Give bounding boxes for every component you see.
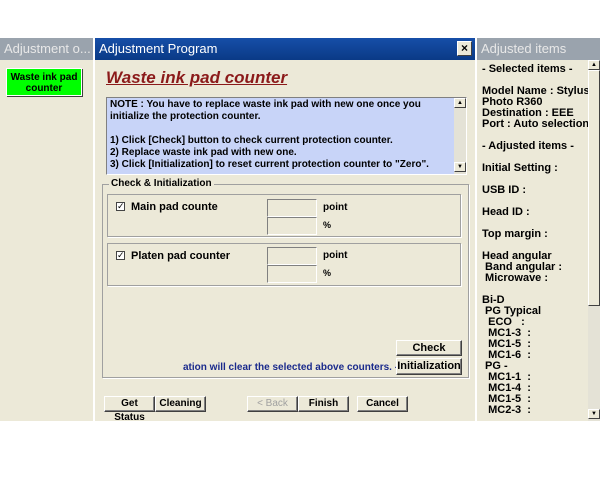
page-heading: Waste ink pad counter: [106, 68, 288, 87]
adjusted-item-line: Port : Auto selection: [482, 118, 588, 130]
platen-pad-label: Platen pad counter: [131, 250, 231, 262]
adjusted-item-line: - Adjusted items -: [482, 140, 574, 152]
dialog-titlebar: Adjustment Program: [95, 38, 475, 60]
platen-pad-percent-field: [267, 265, 317, 283]
platen-pad-point-field: [267, 247, 317, 265]
check-button[interactable]: Check: [396, 340, 462, 356]
initialization-button[interactable]: Initialization: [396, 358, 462, 375]
cleaning-button[interactable]: Cleaning: [155, 396, 206, 412]
waste-ink-pad-menu-button[interactable]: Waste ink pad counter: [6, 68, 82, 96]
scroll-up-icon[interactable]: ▲: [454, 98, 466, 108]
adjusted-item-line: - Selected items -: [482, 63, 573, 75]
adjusted-item-line: Initial Setting :: [482, 162, 558, 174]
adjusted-item-line: Head ID :: [482, 206, 530, 218]
back-button[interactable]: < Back: [247, 396, 298, 412]
platen-pad-percent-unit: %: [323, 268, 332, 278]
left-panel: Adjustment o... Waste ink pad counter: [0, 38, 93, 421]
adjusted-items-title: Adjusted items: [477, 38, 600, 60]
scroll-thumb[interactable]: [588, 70, 600, 306]
main-pad-percent-unit: %: [323, 220, 332, 230]
checkmark-icon: ✓: [117, 201, 125, 211]
scroll-up-icon[interactable]: ▲: [588, 60, 600, 70]
note-text: NOTE : You have to replace waste ink pad…: [110, 99, 429, 170]
main-pad-point-field: [267, 199, 317, 217]
close-button[interactable]: ×: [457, 41, 472, 56]
init-hint-text: ation will clear the selected above coun…: [183, 362, 408, 373]
adjusted-item-line: MC2-3 :: [482, 404, 531, 416]
waste-ink-pad-menu-label: Waste ink pad counter: [10, 72, 78, 94]
note-box[interactable]: NOTE : You have to replace waste ink pad…: [106, 97, 467, 175]
checkmark-icon: ✓: [117, 250, 125, 260]
platen-pad-point-unit: point: [323, 250, 348, 261]
adjusted-items-list: - Selected items - Model Name : Stylus Pho…: [477, 60, 588, 421]
left-panel-title: Adjustment o...: [0, 38, 93, 60]
note-scrollbar[interactable]: ▲ ▼: [454, 98, 466, 174]
main-pad-label: Main pad counte: [131, 201, 218, 213]
close-icon: ×: [460, 41, 468, 55]
adjusted-items-scrollbar[interactable]: ▲ ▼: [588, 60, 600, 421]
scroll-down-icon[interactable]: ▼: [454, 162, 466, 172]
adjusted-items-panel: Adjusted items - Selected items - Model N…: [477, 38, 600, 421]
dialog-title: Adjustment Program: [99, 41, 218, 56]
main-pad-point-unit: point: [323, 202, 348, 213]
adjustment-dialog: Adjustment Program × Waste ink pad count…: [95, 38, 475, 423]
group-title: Check & Initialization: [109, 178, 214, 189]
adjusted-item-line: USB ID :: [482, 184, 526, 196]
main-pad-percent-field: [267, 217, 317, 235]
adjusted-item-line: Microwave :: [482, 272, 549, 284]
finish-button[interactable]: Finish: [298, 396, 349, 412]
platen-pad-checkbox[interactable]: ✓: [116, 251, 125, 260]
scroll-down-icon[interactable]: ▼: [588, 409, 600, 419]
adjusted-item-line: Top margin :: [482, 228, 548, 240]
main-pad-checkbox[interactable]: ✓: [116, 202, 125, 211]
get-status-button[interactable]: Get Status: [104, 396, 155, 423]
cancel-button[interactable]: Cancel: [357, 396, 408, 412]
